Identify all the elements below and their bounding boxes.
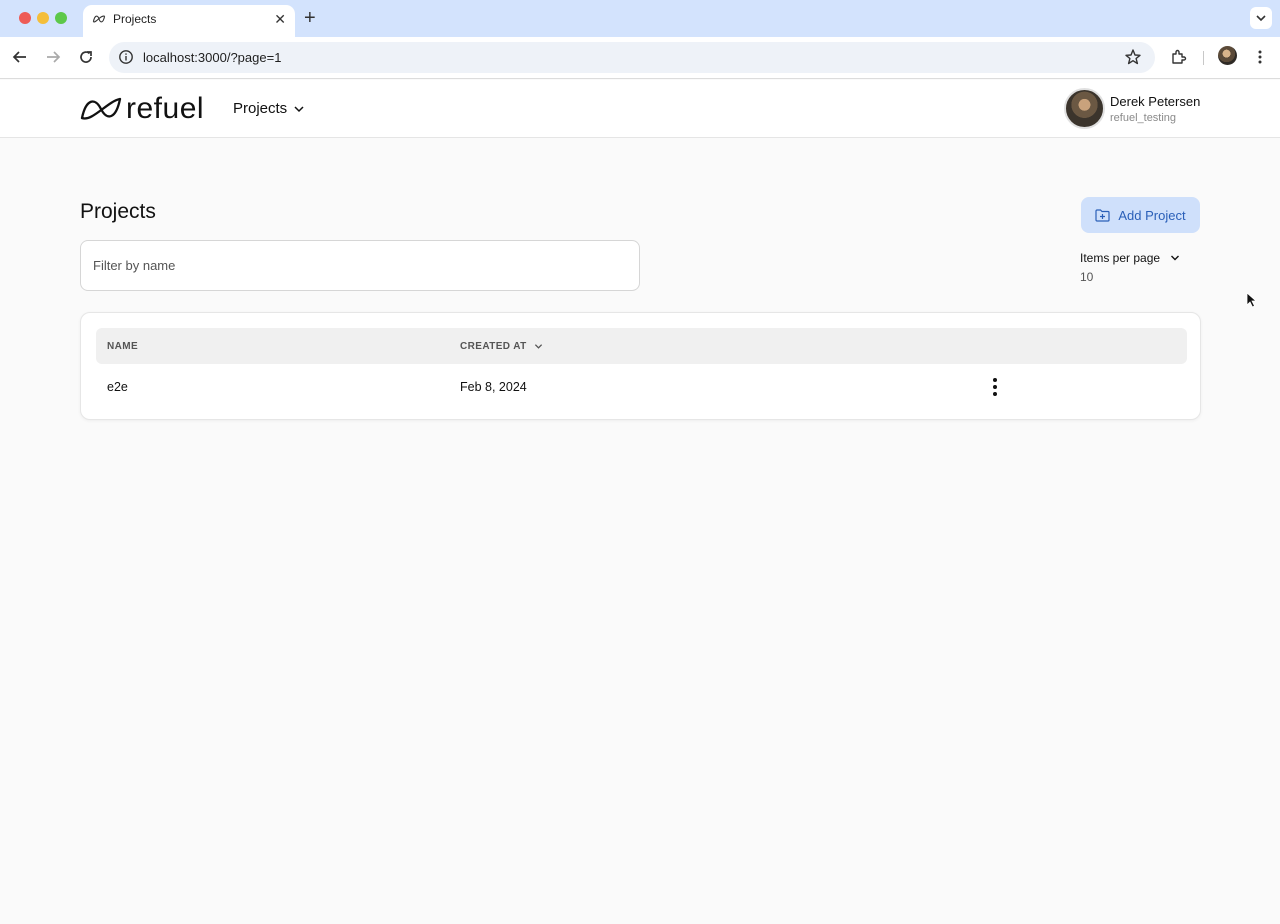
chevron-down-icon [1256, 15, 1266, 22]
folder-plus-icon [1095, 208, 1110, 222]
column-header-label: CREATED AT [460, 341, 527, 352]
more-vertical-icon[interactable] [1251, 48, 1269, 66]
projects-table: NAME CREATED AT e2e Feb 8, 2024 [80, 312, 1201, 420]
site-info-icon[interactable] [118, 49, 134, 65]
close-window-button[interactable] [19, 12, 31, 24]
items-per-page-dropdown[interactable]: Items per page [1080, 251, 1180, 265]
chevron-down-icon [294, 105, 304, 112]
user-handle: refuel_testing [1110, 112, 1177, 124]
forward-icon[interactable] [43, 47, 63, 67]
tab-close-icon[interactable]: ✕ [274, 11, 286, 27]
address-bar[interactable]: localhost:3000/?page=1 [109, 42, 1155, 73]
items-per-page-value: 10 [1080, 270, 1094, 284]
profile-avatar[interactable] [1218, 46, 1237, 65]
filter-by-name-input[interactable] [80, 240, 640, 291]
column-header-name: NAME [107, 341, 138, 352]
logo-text: refuel [126, 92, 205, 125]
toolbar-divider [1203, 51, 1204, 65]
browser-tab[interactable]: Projects ✕ [83, 5, 295, 37]
bookmark-star-icon[interactable] [1124, 48, 1142, 66]
url-text: localhost:3000/?page=1 [143, 50, 282, 65]
add-project-button[interactable]: Add Project [1081, 197, 1200, 233]
new-tab-icon[interactable]: + [304, 8, 316, 28]
sort-chevron-down-icon [534, 344, 542, 349]
refuel-logo[interactable]: refuel [80, 94, 204, 124]
nav-menu-label: Projects [233, 100, 288, 117]
tab-search-button[interactable] [1250, 7, 1272, 29]
user-name: Derek Petersen [1110, 94, 1201, 109]
items-per-page-label: Items per page [1080, 251, 1161, 265]
chevron-down-icon [1171, 255, 1180, 261]
row-actions-kebab-icon[interactable] [987, 376, 1003, 398]
minimize-window-button[interactable] [37, 12, 49, 24]
browser-toolbar: localhost:3000/?page=1 [0, 37, 1280, 79]
project-name-cell[interactable]: e2e [107, 380, 128, 394]
created-at-cell: Feb 8, 2024 [460, 380, 527, 394]
tab-title: Projects [113, 12, 157, 26]
browser-tab-bar: Projects ✕ + [0, 0, 1280, 37]
back-icon[interactable] [10, 47, 30, 67]
page-title: Projects [80, 200, 156, 223]
refuel-logo-icon [80, 97, 122, 120]
projects-nav-dropdown[interactable]: Projects [233, 100, 305, 117]
column-header-created-at[interactable]: CREATED AT [460, 341, 543, 352]
mouse-cursor-icon [1246, 292, 1258, 308]
reload-icon[interactable] [76, 47, 96, 67]
avatar [1064, 88, 1105, 129]
extensions-icon[interactable] [1170, 48, 1188, 66]
app-header: refuel Projects Derek Petersen refuel_te… [0, 80, 1280, 138]
table-header: NAME CREATED AT [96, 328, 1187, 364]
column-header-label: NAME [107, 341, 139, 352]
refuel-favicon-icon [92, 15, 106, 23]
add-project-label: Add Project [1118, 207, 1186, 223]
maximize-window-button[interactable] [55, 12, 67, 24]
